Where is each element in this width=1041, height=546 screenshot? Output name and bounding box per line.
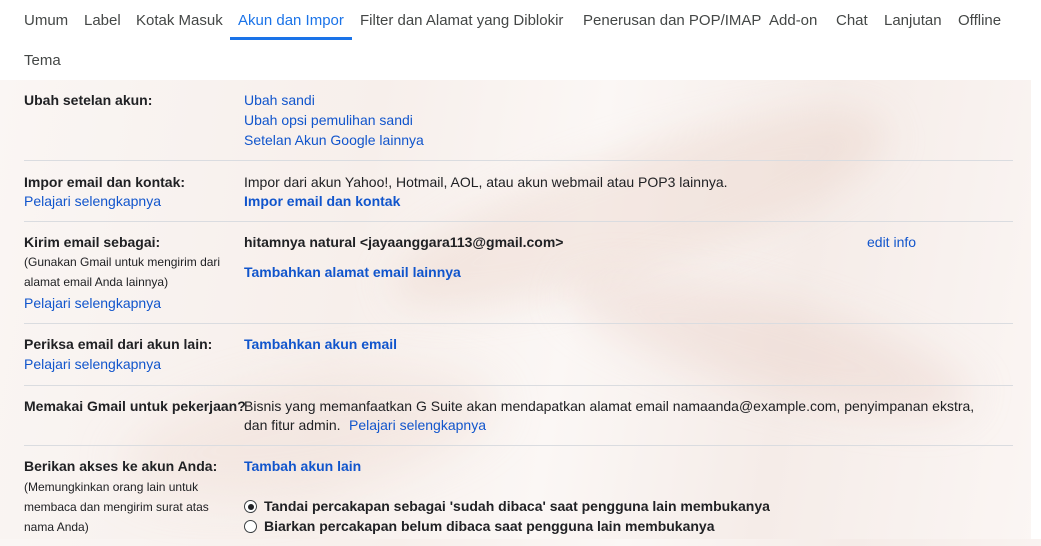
tab-offline[interactable]: Offline [958,12,1001,29]
change-password-link[interactable]: Ubah sandi [244,92,315,108]
edit-info-link[interactable]: edit info [867,234,916,250]
tab-umum[interactable]: Umum [24,12,68,29]
send-as-learn-more-link[interactable]: Pelajari selengkapnya [24,295,161,311]
tab-add-on[interactable]: Add-on [769,12,817,29]
work-description: Bisnis yang memanfaatkan G Suite akan me… [244,398,975,414]
active-tab-indicator [230,37,352,40]
add-another-account-link[interactable]: Tambah akun lain [244,458,361,474]
leave-unread-option-label[interactable]: Biarkan percakapan belum dibaca saat pen… [264,518,715,534]
settings-row-import: Impor email dan kontak: Pelajari selengk… [24,161,1013,222]
scrollbar-track[interactable] [1031,0,1041,539]
check-mail-label: Periksa email dari akun lain: [24,336,213,352]
google-account-settings-link[interactable]: Setelan Akun Google lainnya [244,132,424,148]
add-mail-account-link[interactable]: Tambahkan akun email [244,336,397,352]
tab-akun-dan-impor[interactable]: Akun dan Impor [238,12,344,29]
add-email-address-link[interactable]: Tambahkan alamat email lainnya [244,264,461,280]
tab-kotak-masuk[interactable]: Kotak Masuk [136,12,223,29]
tab-penerusan[interactable]: Penerusan dan POP/IMAP [583,12,761,29]
grant-access-note-line: (Memungkinkan orang lain untuk [24,480,199,494]
change-recovery-link[interactable]: Ubah opsi pemulihan sandi [244,112,413,128]
send-as-note-line: alamat email Anda lainnya) [24,275,169,289]
check-mail-learn-more-link[interactable]: Pelajari selengkapnya [24,356,161,372]
tab-tema[interactable]: Tema [24,52,61,69]
change-account-label: Ubah setelan akun: [24,92,153,108]
settings-row-grant-access: Berikan akses ke akun Anda: (Memungkinka… [24,446,1013,546]
tab-lanjutan[interactable]: Lanjutan [884,12,942,29]
settings-tab-bar: Umum Label Kotak Masuk Akun dan Impor Fi… [0,0,1031,80]
import-learn-more-link[interactable]: Pelajari selengkapnya [24,193,161,209]
mark-read-option-label[interactable]: Tandai percakapan sebagai 'sudah dibaca'… [264,498,770,514]
send-as-label: Kirim email sebagai: [24,234,161,250]
work-label: Memakai Gmail untuk pekerjaan? [24,398,246,414]
mark-read-radio[interactable] [244,500,257,513]
grant-access-note-line: membaca dan mengirim surat atas [24,500,209,514]
import-mail-contacts-link[interactable]: Impor email dan kontak [244,193,400,209]
settings-row-change-account: Ubah setelan akun: Ubah sandi Ubah opsi … [24,80,1013,161]
grant-access-label: Berikan akses ke akun Anda: [24,458,218,474]
leave-unread-radio[interactable] [244,520,257,533]
work-learn-more-link[interactable]: Pelajari selengkapnya [349,417,486,433]
settings-row-work: Memakai Gmail untuk pekerjaan? Bisnis ya… [24,386,1013,446]
tab-chat[interactable]: Chat [836,12,868,29]
tab-label[interactable]: Label [84,12,121,29]
work-description-cont: dan fitur admin. [244,417,341,433]
send-as-note-line: (Gunakan Gmail untuk mengirim dari [24,255,221,269]
send-as-identity: hitamnya natural <jayaanggara113@gmail.c… [244,234,564,250]
import-description: Impor dari akun Yahoo!, Hotmail, AOL, at… [244,174,728,190]
tab-filter[interactable]: Filter dan Alamat yang Diblokir [360,12,563,29]
import-label: Impor email dan kontak: [24,174,186,190]
grant-access-note-line: nama Anda) [24,520,89,534]
settings-row-send-as: Kirim email sebagai: (Gunakan Gmail untu… [24,222,1013,324]
settings-row-check-mail: Periksa email dari akun lain: Pelajari s… [24,324,1013,386]
